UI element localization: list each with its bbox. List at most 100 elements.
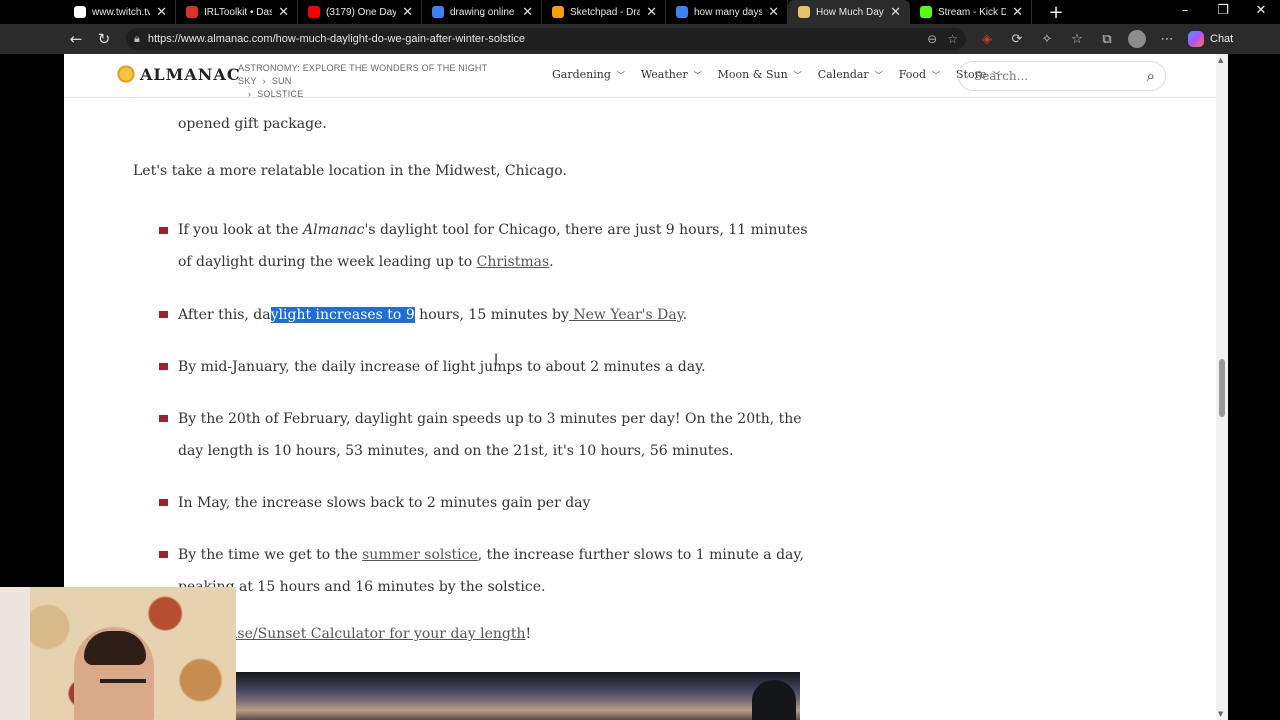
almanac-logo[interactable]: ALMANAC — [116, 64, 241, 84]
close-tab-icon[interactable]: ✕ — [278, 4, 289, 20]
breadcrumb: ASTRONOMY: EXPLORE THE WONDERS OF THE NI… — [238, 62, 508, 101]
search-icon — [432, 6, 444, 18]
restore-icon[interactable]: ❐ — [1204, 0, 1242, 24]
chevron-down-icon: ﹀ — [932, 71, 941, 80]
selected-text: ylight increases to 9 — [270, 307, 415, 323]
favorite-star-icon[interactable]: ☆ — [947, 32, 958, 46]
close-window-icon[interactable]: ✕ — [1242, 0, 1280, 24]
headset-mic — [100, 679, 146, 683]
tab-label: How Much Dayligh — [816, 6, 884, 18]
profile-avatar[interactable] — [1128, 30, 1146, 48]
copilot-icon — [1188, 31, 1204, 47]
refresh-extension-icon[interactable]: ⟳ — [1002, 32, 1032, 47]
tab-2[interactable]: (3179) One Day Bu ✕ — [298, 0, 422, 24]
bullet-marker — [159, 551, 168, 558]
close-tab-icon[interactable]: ✕ — [890, 4, 901, 20]
nav-food[interactable]: Food ﹀ — [899, 68, 940, 81]
sun-logo-icon — [116, 64, 136, 84]
new-years-day-link[interactable]: New Year's Day — [569, 307, 682, 323]
more-page-icon[interactable]: ⊖ — [927, 32, 937, 46]
close-tab-icon[interactable]: ✕ — [768, 4, 779, 20]
search-icon[interactable]: ⌕ — [1147, 67, 1155, 85]
nav-weather[interactable]: Weather ﹀ — [641, 68, 702, 81]
collections-icon[interactable]: ⧉ — [1092, 32, 1122, 47]
twitch-icon — [74, 6, 86, 18]
scroll-up-icon[interactable]: ▲ — [1218, 56, 1223, 64]
url-text: https://www.almanac.com/how-much-dayligh… — [147, 33, 526, 45]
tab-0[interactable]: www.twitch.tv ✕ — [64, 0, 176, 24]
list-item: If you look at the Almanac's daylight to… — [178, 222, 808, 270]
tab-bar: www.twitch.tv✕IRLToolkit • Dashb✕(3179) … — [0, 0, 1280, 24]
refresh-icon[interactable]: ↻ — [90, 30, 118, 48]
close-tab-icon[interactable]: ✕ — [1012, 4, 1023, 20]
youtube-icon — [308, 6, 320, 18]
chat-label: Chat — [1210, 33, 1234, 45]
tab-1[interactable]: IRLToolkit • Dashb ✕ — [176, 0, 298, 24]
tab-label: IRLToolkit • Dashb — [204, 6, 272, 18]
intro-paragraph: Let's take a more relatable location in … — [133, 163, 567, 179]
tab-6[interactable]: How Much Dayligh ✕ — [788, 0, 910, 24]
chevron-down-icon: ﹀ — [793, 71, 802, 80]
close-tab-icon[interactable]: ✕ — [156, 4, 167, 20]
new-tab-icon[interactable]: + — [1044, 2, 1068, 23]
list-item: In May, the increase slows back to 2 min… — [178, 495, 591, 511]
partial-paragraph: opened gift package. — [178, 116, 327, 132]
tree-silhouette — [752, 680, 796, 720]
back-icon[interactable]: ← — [62, 30, 90, 48]
tab-5[interactable]: how many days a ✕ — [666, 0, 788, 24]
nav-gardening[interactable]: Gardening ﹀ — [552, 68, 625, 81]
close-tab-icon[interactable]: ✕ — [402, 4, 413, 20]
url-field[interactable]: 🔒︎ https://www.almanac.com/how-much-dayl… — [126, 28, 966, 50]
search-icon — [676, 6, 688, 18]
extension-shield-icon[interactable]: ◈ — [972, 32, 1002, 47]
article-content: opened gift package. Let's take a more r… — [64, 54, 1216, 720]
nav-moon-sun[interactable]: Moon & Sun ﹀ — [718, 68, 802, 81]
list-item: By the 20th of February, daylight gain s… — [178, 411, 802, 459]
text-cursor-icon: I — [494, 352, 499, 368]
scrollbar[interactable]: ▲ ▼ — [1216, 54, 1228, 720]
minimize-icon[interactable]: – — [1166, 0, 1204, 24]
logo-text: ALMANAC — [140, 64, 241, 84]
tab-label: Stream - Kick Dash — [938, 6, 1006, 18]
list-item: By the time we get to the summer solstic… — [178, 547, 804, 595]
close-tab-icon[interactable]: ✕ — [646, 4, 657, 20]
bullet-marker — [159, 415, 168, 422]
main-nav: Gardening ﹀ Weather ﹀ Moon & Sun ﹀ Calendar… — [552, 68, 1016, 81]
scrollbar-thumb[interactable] — [1219, 359, 1225, 417]
breadcrumb-separator: › — [248, 89, 252, 99]
search-input[interactable] — [974, 69, 1147, 83]
kick-icon — [920, 6, 932, 18]
tab-label: (3179) One Day Bu — [326, 6, 397, 18]
close-tab-icon[interactable]: ✕ — [522, 4, 533, 20]
tab-3[interactable]: drawing online fre ✕ — [422, 0, 542, 24]
window-controls: – ❐ ✕ — [1166, 0, 1280, 24]
extensions-icon[interactable]: ✧ — [1032, 32, 1062, 47]
sunset-photo — [236, 672, 800, 720]
list-item: By mid-January, the daily increase of li… — [178, 359, 706, 375]
almanac-icon — [798, 6, 810, 18]
breadcrumb-sun[interactable]: SUN — [272, 76, 292, 86]
breadcrumb-solstice[interactable]: SOLSTICE — [257, 89, 303, 99]
sketchpad-icon — [552, 6, 564, 18]
tab-4[interactable]: Sketchpad - Draw ✕ — [542, 0, 666, 24]
tab-7[interactable]: Stream - Kick Dash ✕ — [910, 0, 1032, 24]
breadcrumb-separator: › — [262, 76, 266, 86]
tab-label: Sketchpad - Draw — [570, 6, 640, 18]
webcam-hair — [84, 631, 146, 665]
scroll-down-icon[interactable]: ▼ — [1218, 710, 1223, 718]
chat-button[interactable]: Chat — [1188, 31, 1233, 47]
search-box: ⌕ — [958, 61, 1166, 91]
site-header: ALMANAC ASTRONOMY: EXPLORE THE WONDERS O… — [64, 54, 1216, 101]
christmas-link[interactable]: Christmas — [477, 254, 550, 270]
menu-icon[interactable]: ⋯ — [1152, 32, 1182, 47]
webcam-wall — [0, 587, 30, 720]
nav-calendar[interactable]: Calendar ﹀ — [818, 68, 883, 81]
list-item: After this, daylight increases to 9 hour… — [178, 307, 688, 323]
tab-label: how many days a — [694, 6, 763, 18]
chevron-down-icon: ﹀ — [874, 71, 883, 80]
tab-label: drawing online fre — [450, 6, 516, 18]
favorites-icon[interactable]: ☆ — [1062, 32, 1092, 47]
webcam-overlay — [0, 587, 236, 720]
bullet-marker — [159, 227, 168, 234]
summer-solstice-link[interactable]: summer solstice — [362, 547, 478, 563]
